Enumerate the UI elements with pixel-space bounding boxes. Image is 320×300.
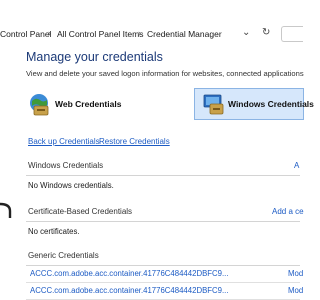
partial-glyph xyxy=(0,202,12,218)
certificate-credentials-empty: No certificates. xyxy=(28,227,80,236)
generic-credential-row[interactable]: ACCC.com.adobe.acc.container.41776C48444… xyxy=(26,283,304,300)
generic-credential-row[interactable]: ACCC.com.adobe.acc.container.41776C48444… xyxy=(26,266,304,283)
breadcrumb-control-panel[interactable]: Control Panel xyxy=(0,29,52,39)
windows-credentials-header: Windows Credentials A xyxy=(26,156,300,176)
page-description: View and delete your saved logon informa… xyxy=(26,69,304,78)
generic-credential-modified: Mod xyxy=(288,269,304,278)
generic-credentials-title: Generic Credentials xyxy=(28,251,99,260)
backup-credentials-link[interactable]: Back up Credentials xyxy=(28,137,100,146)
page-title: Manage your credentials xyxy=(26,50,163,64)
windows-credentials-icon xyxy=(203,94,224,115)
certificate-credentials-header: Certificate-Based Credentials Add a ce xyxy=(26,202,304,222)
breadcrumb-credential-manager[interactable]: Credential Manager xyxy=(147,29,222,39)
add-certificate-credential-link[interactable]: Add a ce xyxy=(272,207,304,216)
windows-credentials-empty: No Windows credentials. xyxy=(28,181,114,190)
tab-web-credentials[interactable]: Web Credentials xyxy=(28,88,148,120)
generic-credential-name[interactable]: ACCC.com.adobe.acc.container.41776C48444… xyxy=(30,269,229,278)
breadcrumb-all-items[interactable]: All Control Panel Items xyxy=(57,29,143,39)
tab-windows-credentials[interactable]: Windows Credentials xyxy=(194,88,314,120)
generic-credential-name[interactable]: ACCC.com.adobe.acc.container.41776C48444… xyxy=(30,286,229,295)
web-credentials-icon xyxy=(30,94,49,116)
restore-credentials-label: Restore Credentials xyxy=(99,137,170,146)
restore-credentials-link[interactable]: Restore Credentials xyxy=(99,137,170,146)
certificate-credentials-title: Certificate-Based Credentials xyxy=(28,207,133,216)
refresh-icon[interactable]: ↻ xyxy=(262,27,270,38)
left-window-edge xyxy=(0,0,22,300)
chevron-down-icon[interactable]: ⌄ xyxy=(242,27,250,38)
windows-credentials-title: Windows Credentials xyxy=(28,161,104,170)
breadcrumb-separator: › xyxy=(138,28,141,38)
address-bar[interactable]: Control Panel › All Control Panel Items … xyxy=(0,24,303,44)
search-input[interactable] xyxy=(281,26,303,42)
backup-credentials-label: Back up Credentials xyxy=(28,137,100,146)
add-windows-credential-link[interactable]: A xyxy=(294,161,299,170)
breadcrumb-separator: › xyxy=(48,28,51,38)
tab-windows-credentials-label: Windows Credentials xyxy=(228,99,314,109)
generic-credential-modified: Mod xyxy=(288,286,304,295)
tab-web-credentials-label: Web Credentials xyxy=(55,99,122,109)
generic-credentials-header: Generic Credentials xyxy=(26,246,300,266)
